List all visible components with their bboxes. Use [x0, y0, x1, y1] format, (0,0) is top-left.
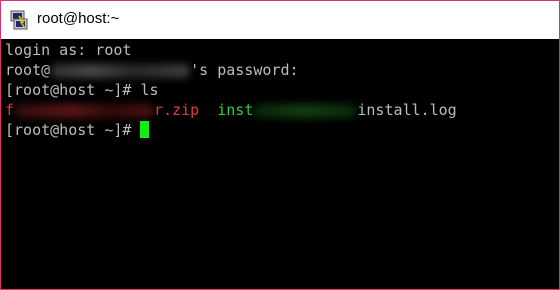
terminal-line-prompt: [root@host ~]#	[5, 120, 150, 140]
shell-prompt: [root@host ~]#	[5, 121, 141, 139]
file-archive-start: f	[5, 101, 15, 119]
title-bar[interactable]: root@host:~	[1, 1, 559, 39]
file-install-log: install.log	[357, 101, 457, 119]
terminal-line-password: root@ 's password:	[5, 60, 299, 80]
terminal-line-login: login as: root	[5, 41, 132, 59]
terminal-line-ls-output: f r.zip inst install.log	[5, 100, 457, 120]
redacted-filename	[14, 103, 155, 118]
terminal-cursor	[140, 121, 150, 138]
redacted-hostname	[50, 63, 191, 78]
terminal-line-ls-command: [root@host ~]# ls	[5, 81, 159, 99]
putty-terminal-icon[interactable]	[9, 10, 29, 30]
password-prompt-user: root@	[5, 61, 51, 79]
terminal-screen[interactable]: login as: root root@ 's password: [root@h…	[1, 39, 559, 289]
window-title: root@host:~	[37, 10, 120, 27]
directory-name: inst	[217, 101, 254, 119]
redacted-directory-name	[253, 103, 358, 118]
terminal-window: root@host:~ login as: root root@ 's passw…	[0, 0, 560, 290]
password-prompt-suffix: 's password:	[190, 61, 299, 79]
file-archive-end: r.zip	[154, 101, 200, 119]
